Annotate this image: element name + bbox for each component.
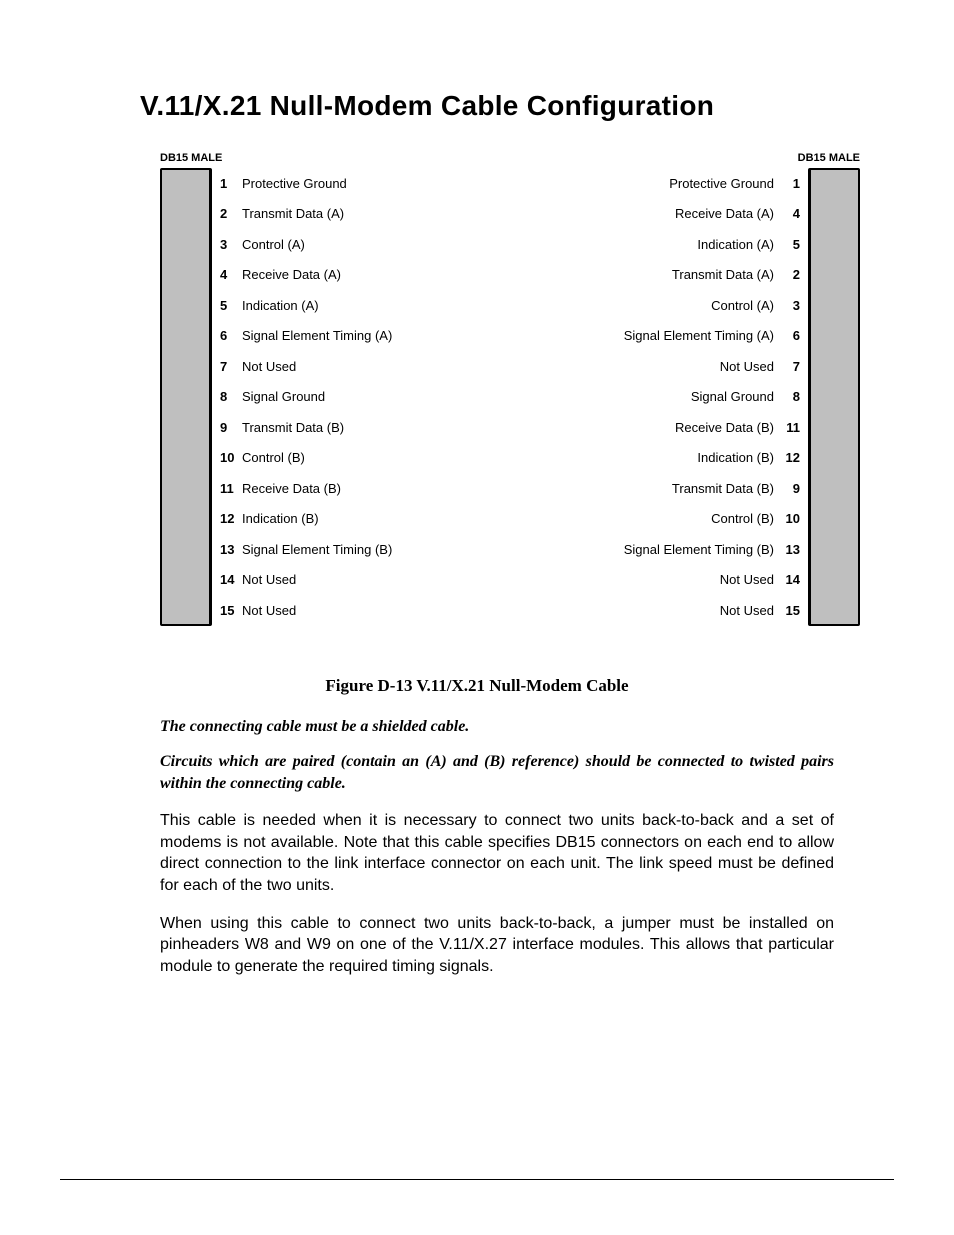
left-pin-number: 2 bbox=[216, 206, 242, 221]
left-pin-number: 7 bbox=[216, 359, 242, 374]
left-pin-label: Not Used bbox=[242, 603, 508, 618]
left-pin-label: Control (A) bbox=[242, 237, 508, 252]
pin-row: 13Signal Element Timing (B)Signal Elemen… bbox=[212, 534, 808, 565]
left-pin-number: 14 bbox=[216, 572, 242, 587]
right-connector-header: DB15 MALE bbox=[798, 152, 860, 164]
pin-row: 6Signal Element Timing (A)Signal Element… bbox=[212, 321, 808, 352]
pin-row: 9Transmit Data (B)Receive Data (B)11 bbox=[212, 412, 808, 443]
right-pin-number: 10 bbox=[774, 511, 804, 526]
pin-row: 2Transmit Data (A)Receive Data (A)4 bbox=[212, 199, 808, 230]
left-pin-label: Indication (A) bbox=[242, 298, 508, 313]
right-pin-number: 13 bbox=[774, 542, 804, 557]
left-pin-label: Receive Data (A) bbox=[242, 267, 508, 282]
left-pin-number: 9 bbox=[216, 420, 242, 435]
right-pin-number: 5 bbox=[774, 237, 804, 252]
right-pin-number: 4 bbox=[774, 206, 804, 221]
right-pin-number: 14 bbox=[774, 572, 804, 587]
note-twisted-pairs: Circuits which are paired (contain an (A… bbox=[160, 751, 834, 794]
right-pin-label: Transmit Data (A) bbox=[508, 267, 774, 282]
right-pin-number: 9 bbox=[774, 481, 804, 496]
right-pin-label: Indication (B) bbox=[508, 450, 774, 465]
pin-row: 12Indication (B)Control (B)10 bbox=[212, 504, 808, 535]
left-pin-number: 11 bbox=[216, 481, 242, 496]
right-pin-number: 6 bbox=[774, 328, 804, 343]
left-pin-number: 1 bbox=[216, 176, 242, 191]
left-pin-label: Not Used bbox=[242, 359, 508, 374]
body-text: The connecting cable must be a shielded … bbox=[160, 716, 834, 978]
left-connector-header: DB15 MALE bbox=[160, 152, 222, 164]
right-pin-label: Indication (A) bbox=[508, 237, 774, 252]
left-pin-label: Control (B) bbox=[242, 450, 508, 465]
pin-row: 11Receive Data (B)Transmit Data (B)9 bbox=[212, 473, 808, 504]
left-pin-label: Signal Ground bbox=[242, 389, 508, 404]
diagram-body: 1Protective GroundProtective Ground12Tra… bbox=[160, 168, 860, 626]
left-pin-number: 4 bbox=[216, 267, 242, 282]
page: V.11/X.21 Null-Modem Cable Configuration… bbox=[0, 0, 954, 1235]
right-pin-label: Signal Element Timing (A) bbox=[508, 328, 774, 343]
right-pin-label: Protective Ground bbox=[508, 176, 774, 191]
page-title: V.11/X.21 Null-Modem Cable Configuration bbox=[140, 90, 894, 122]
connector-header-row: DB15 MALE DB15 MALE bbox=[160, 152, 860, 164]
left-pin-number: 5 bbox=[216, 298, 242, 313]
figure-caption: Figure D-13 V.11/X.21 Null-Modem Cable bbox=[60, 676, 894, 696]
right-pin-label: Receive Data (A) bbox=[508, 206, 774, 221]
left-pin-label: Protective Ground bbox=[242, 176, 508, 191]
right-pin-label: Control (B) bbox=[508, 511, 774, 526]
paragraph-usage: This cable is needed when it is necessar… bbox=[160, 810, 834, 896]
right-pin-number: 1 bbox=[774, 176, 804, 191]
left-pin-label: Transmit Data (A) bbox=[242, 206, 508, 221]
right-pin-number: 3 bbox=[774, 298, 804, 313]
right-pin-number: 12 bbox=[774, 450, 804, 465]
footer-rule bbox=[60, 1179, 894, 1180]
left-pin-number: 10 bbox=[216, 450, 242, 465]
note-shielded: The connecting cable must be a shielded … bbox=[160, 716, 834, 738]
right-pin-label: Transmit Data (B) bbox=[508, 481, 774, 496]
left-pin-number: 6 bbox=[216, 328, 242, 343]
left-pin-label: Signal Element Timing (B) bbox=[242, 542, 508, 557]
left-connector-icon bbox=[160, 168, 212, 626]
pin-row: 3Control (A)Indication (A)5 bbox=[212, 229, 808, 260]
right-connector-icon bbox=[808, 168, 860, 626]
pin-row: 10Control (B)Indication (B)12 bbox=[212, 443, 808, 474]
right-pin-number: 11 bbox=[774, 420, 804, 435]
pinout-diagram: DB15 MALE DB15 MALE 1Protective GroundPr… bbox=[160, 152, 860, 626]
left-pin-label: Receive Data (B) bbox=[242, 481, 508, 496]
pin-row: 14Not UsedNot Used14 bbox=[212, 565, 808, 596]
left-pin-label: Transmit Data (B) bbox=[242, 420, 508, 435]
left-pin-number: 3 bbox=[216, 237, 242, 252]
left-pin-number: 8 bbox=[216, 389, 242, 404]
right-pin-number: 8 bbox=[774, 389, 804, 404]
left-pin-label: Not Used bbox=[242, 572, 508, 587]
paragraph-jumper: When using this cable to connect two uni… bbox=[160, 913, 834, 978]
left-pin-number: 15 bbox=[216, 603, 242, 618]
right-pin-label: Not Used bbox=[508, 603, 774, 618]
right-pin-label: Control (A) bbox=[508, 298, 774, 313]
left-pin-label: Indication (B) bbox=[242, 511, 508, 526]
pin-row: 15Not UsedNot Used15 bbox=[212, 595, 808, 626]
pin-row: 4Receive Data (A)Transmit Data (A)2 bbox=[212, 260, 808, 291]
pin-row: 8Signal GroundSignal Ground8 bbox=[212, 382, 808, 413]
right-pin-label: Signal Ground bbox=[508, 389, 774, 404]
right-pin-number: 2 bbox=[774, 267, 804, 282]
left-pin-label: Signal Element Timing (A) bbox=[242, 328, 508, 343]
right-pin-number: 7 bbox=[774, 359, 804, 374]
pin-row: 7Not UsedNot Used7 bbox=[212, 351, 808, 382]
left-pin-number: 12 bbox=[216, 511, 242, 526]
right-pin-number: 15 bbox=[774, 603, 804, 618]
right-pin-label: Not Used bbox=[508, 359, 774, 374]
right-pin-label: Signal Element Timing (B) bbox=[508, 542, 774, 557]
pin-rows: 1Protective GroundProtective Ground12Tra… bbox=[212, 168, 808, 626]
pin-row: 5Indication (A)Control (A)3 bbox=[212, 290, 808, 321]
pin-row: 1Protective GroundProtective Ground1 bbox=[212, 168, 808, 199]
right-pin-label: Not Used bbox=[508, 572, 774, 587]
right-pin-label: Receive Data (B) bbox=[508, 420, 774, 435]
left-pin-number: 13 bbox=[216, 542, 242, 557]
